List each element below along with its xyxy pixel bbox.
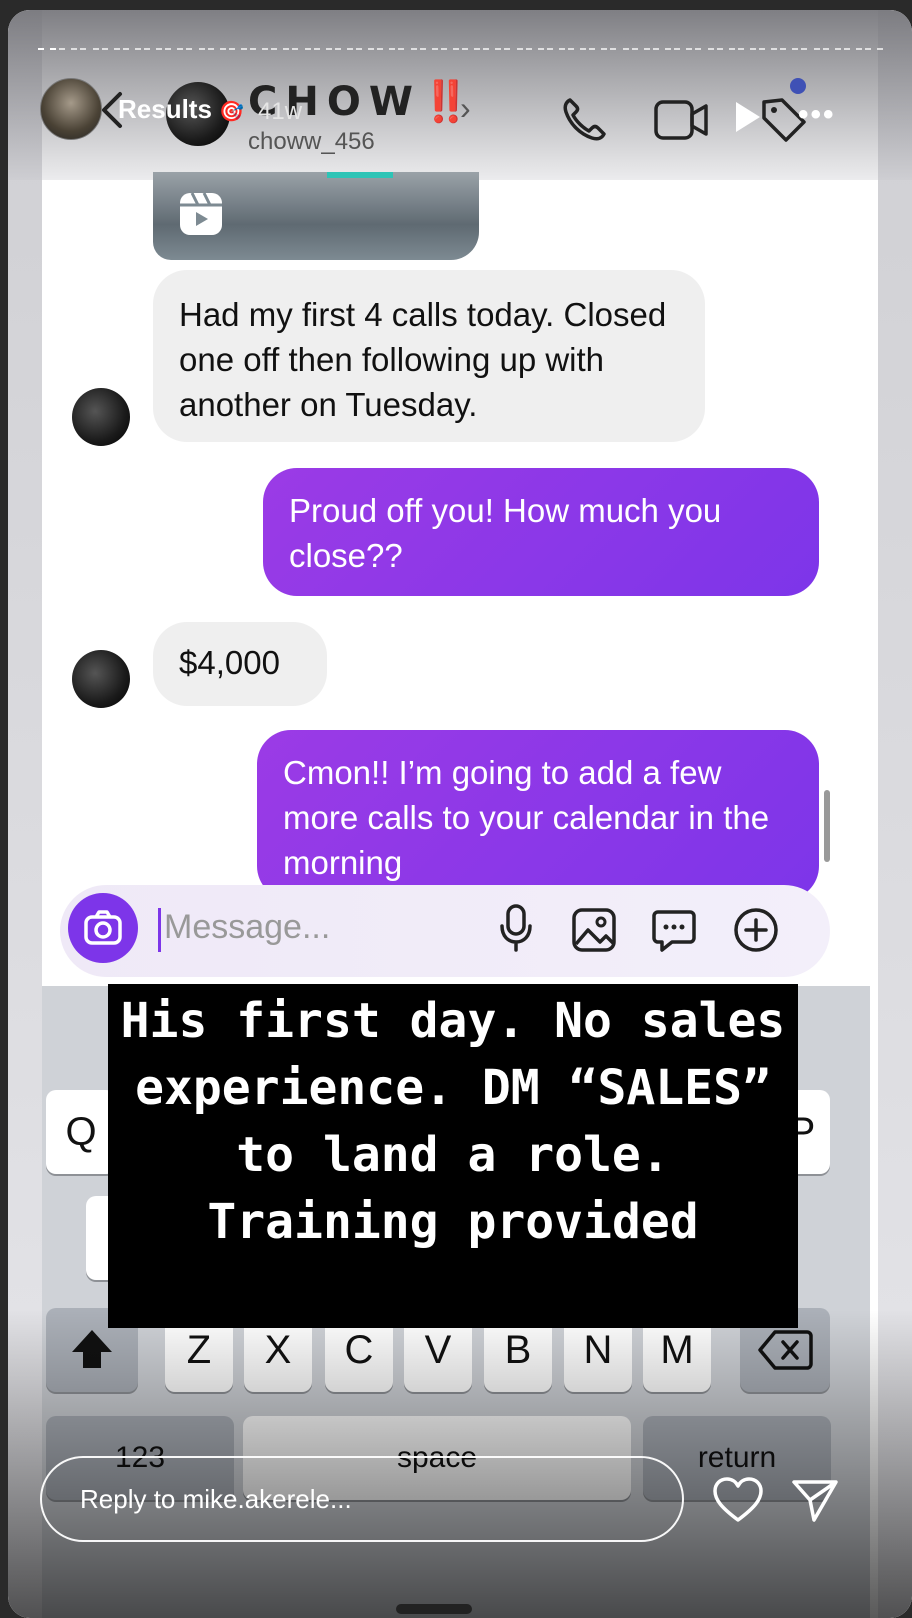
chat-username: choww_456 [248, 128, 375, 155]
home-indicator [396, 1604, 472, 1614]
outgoing-message[interactable]: Proud off you! How much you close?? [263, 468, 819, 596]
add-icon[interactable] [732, 906, 780, 954]
story-progress-bar [38, 48, 884, 51]
reel-icon [180, 192, 222, 235]
camera-icon [84, 910, 122, 945]
notification-dot [790, 78, 806, 94]
more-options-icon[interactable]: ••• [798, 98, 836, 132]
story-timestamp: 41w [258, 98, 303, 125]
shared-reel-thumbnail[interactable] [153, 172, 479, 260]
chevron-right-icon[interactable]: › [460, 90, 471, 127]
incoming-message[interactable]: $4,000 [153, 622, 327, 706]
incoming-message[interactable]: Had my first 4 calls today. Closed one o… [153, 270, 705, 442]
story-title-text: Results [118, 94, 212, 124]
sender-avatar[interactable] [72, 388, 130, 446]
reply-placeholder: Reply to mike.akerele... [80, 1484, 352, 1514]
phone-icon[interactable] [558, 94, 610, 146]
story-title[interactable]: Results 🎯 [118, 94, 244, 125]
sender-avatar[interactable] [72, 650, 130, 708]
story-frame: CHOW‼️ › choww_456 ••• Results 🎯 41w Had… [8, 10, 912, 1618]
story-author-avatar[interactable] [40, 78, 102, 140]
text-caret [158, 908, 161, 952]
video-call-icon[interactable] [652, 94, 712, 146]
camera-button[interactable] [68, 893, 138, 963]
microphone-icon[interactable] [498, 902, 534, 954]
gallery-icon[interactable] [570, 906, 618, 954]
message-input[interactable]: Message... [164, 908, 330, 947]
send-icon[interactable] [790, 1476, 840, 1526]
reel-accent-bar [327, 172, 393, 178]
key-q[interactable]: Q [46, 1090, 116, 1174]
heart-icon[interactable] [712, 1476, 764, 1524]
scrollbar[interactable] [824, 790, 830, 862]
outgoing-message[interactable]: Cmon!! I’m going to add a few more calls… [257, 730, 819, 900]
target-emoji-icon: 🎯 [219, 101, 245, 123]
story-text-overlay: His first day. No sales experience. DM “… [108, 984, 798, 1328]
sticker-message-icon[interactable] [650, 906, 698, 954]
